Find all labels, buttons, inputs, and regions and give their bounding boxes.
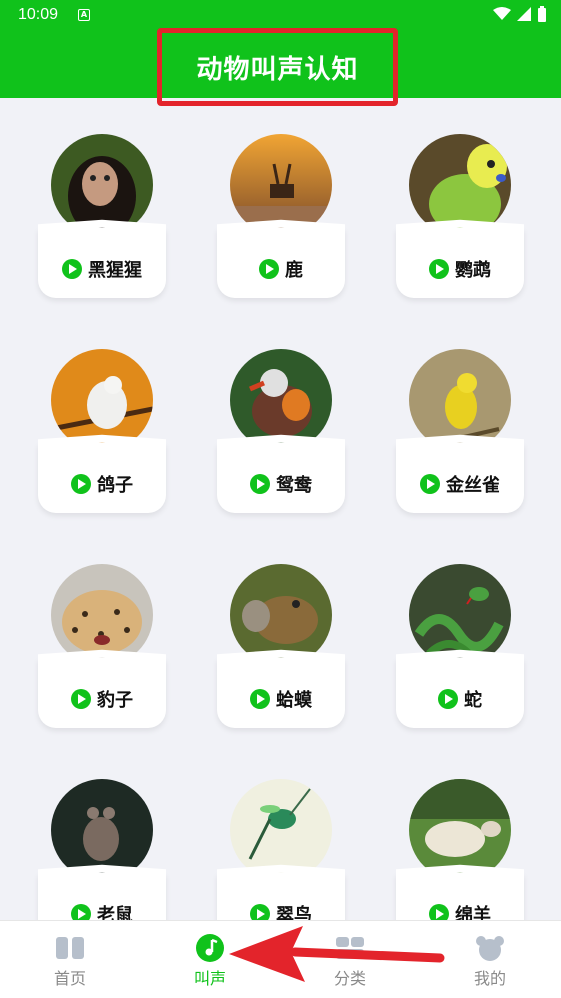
notification-icon: A bbox=[78, 9, 90, 21]
animal-name: 豹子 bbox=[97, 690, 133, 711]
status-time: 10:09 bbox=[18, 6, 59, 23]
animal-card[interactable]: 金丝雀 bbox=[396, 443, 524, 513]
play-icon[interactable] bbox=[438, 689, 458, 709]
animal-card[interactable]: 鸽子 bbox=[38, 443, 166, 513]
play-icon[interactable] bbox=[71, 474, 91, 494]
nav-home[interactable]: 首页 bbox=[0, 921, 140, 998]
animal-name: 鸽子 bbox=[97, 475, 133, 496]
play-icon[interactable] bbox=[250, 474, 270, 494]
wifi-icon bbox=[493, 7, 511, 20]
music-note-icon bbox=[196, 934, 224, 962]
play-icon[interactable] bbox=[429, 259, 449, 279]
animal-card[interactable]: 黑猩猩 bbox=[38, 228, 166, 298]
nav-home-label: 首页 bbox=[53, 969, 86, 988]
play-icon[interactable] bbox=[62, 259, 82, 279]
bear-face-icon bbox=[476, 936, 504, 961]
play-icon[interactable] bbox=[71, 689, 91, 709]
play-icon[interactable] bbox=[250, 689, 270, 709]
animal-name: 蛇 bbox=[464, 690, 482, 711]
animal-name: 蛤蟆 bbox=[276, 690, 312, 711]
signal-icon bbox=[517, 7, 531, 21]
animal-card[interactable]: 鹦鹉 bbox=[396, 228, 524, 298]
animal-name: 金丝雀 bbox=[446, 475, 500, 496]
page-title: 动物叫声认知 bbox=[196, 54, 359, 85]
animal-card[interactable]: 蛇 bbox=[396, 658, 524, 728]
book-icon bbox=[56, 937, 84, 959]
title-highlight-box: 动物叫声认知 bbox=[157, 28, 398, 106]
animal-card[interactable]: 豹子 bbox=[38, 658, 166, 728]
play-icon[interactable] bbox=[259, 259, 279, 279]
animal-name: 鹦鹉 bbox=[455, 260, 491, 281]
battery-icon bbox=[538, 6, 546, 22]
annotation-arrow bbox=[229, 926, 445, 982]
system-icons bbox=[493, 6, 547, 22]
animal-name: 鹿 bbox=[285, 260, 303, 281]
animal-name: 黑猩猩 bbox=[88, 260, 142, 281]
animal-card[interactable]: 鸳鸯 bbox=[217, 443, 345, 513]
animal-card[interactable]: 蛤蟆 bbox=[217, 658, 345, 728]
status-bar: 10:09 A bbox=[0, 0, 561, 30]
animal-card[interactable]: 鹿 bbox=[217, 228, 345, 298]
play-icon[interactable] bbox=[420, 474, 440, 494]
animal-name: 鸳鸯 bbox=[276, 475, 312, 496]
